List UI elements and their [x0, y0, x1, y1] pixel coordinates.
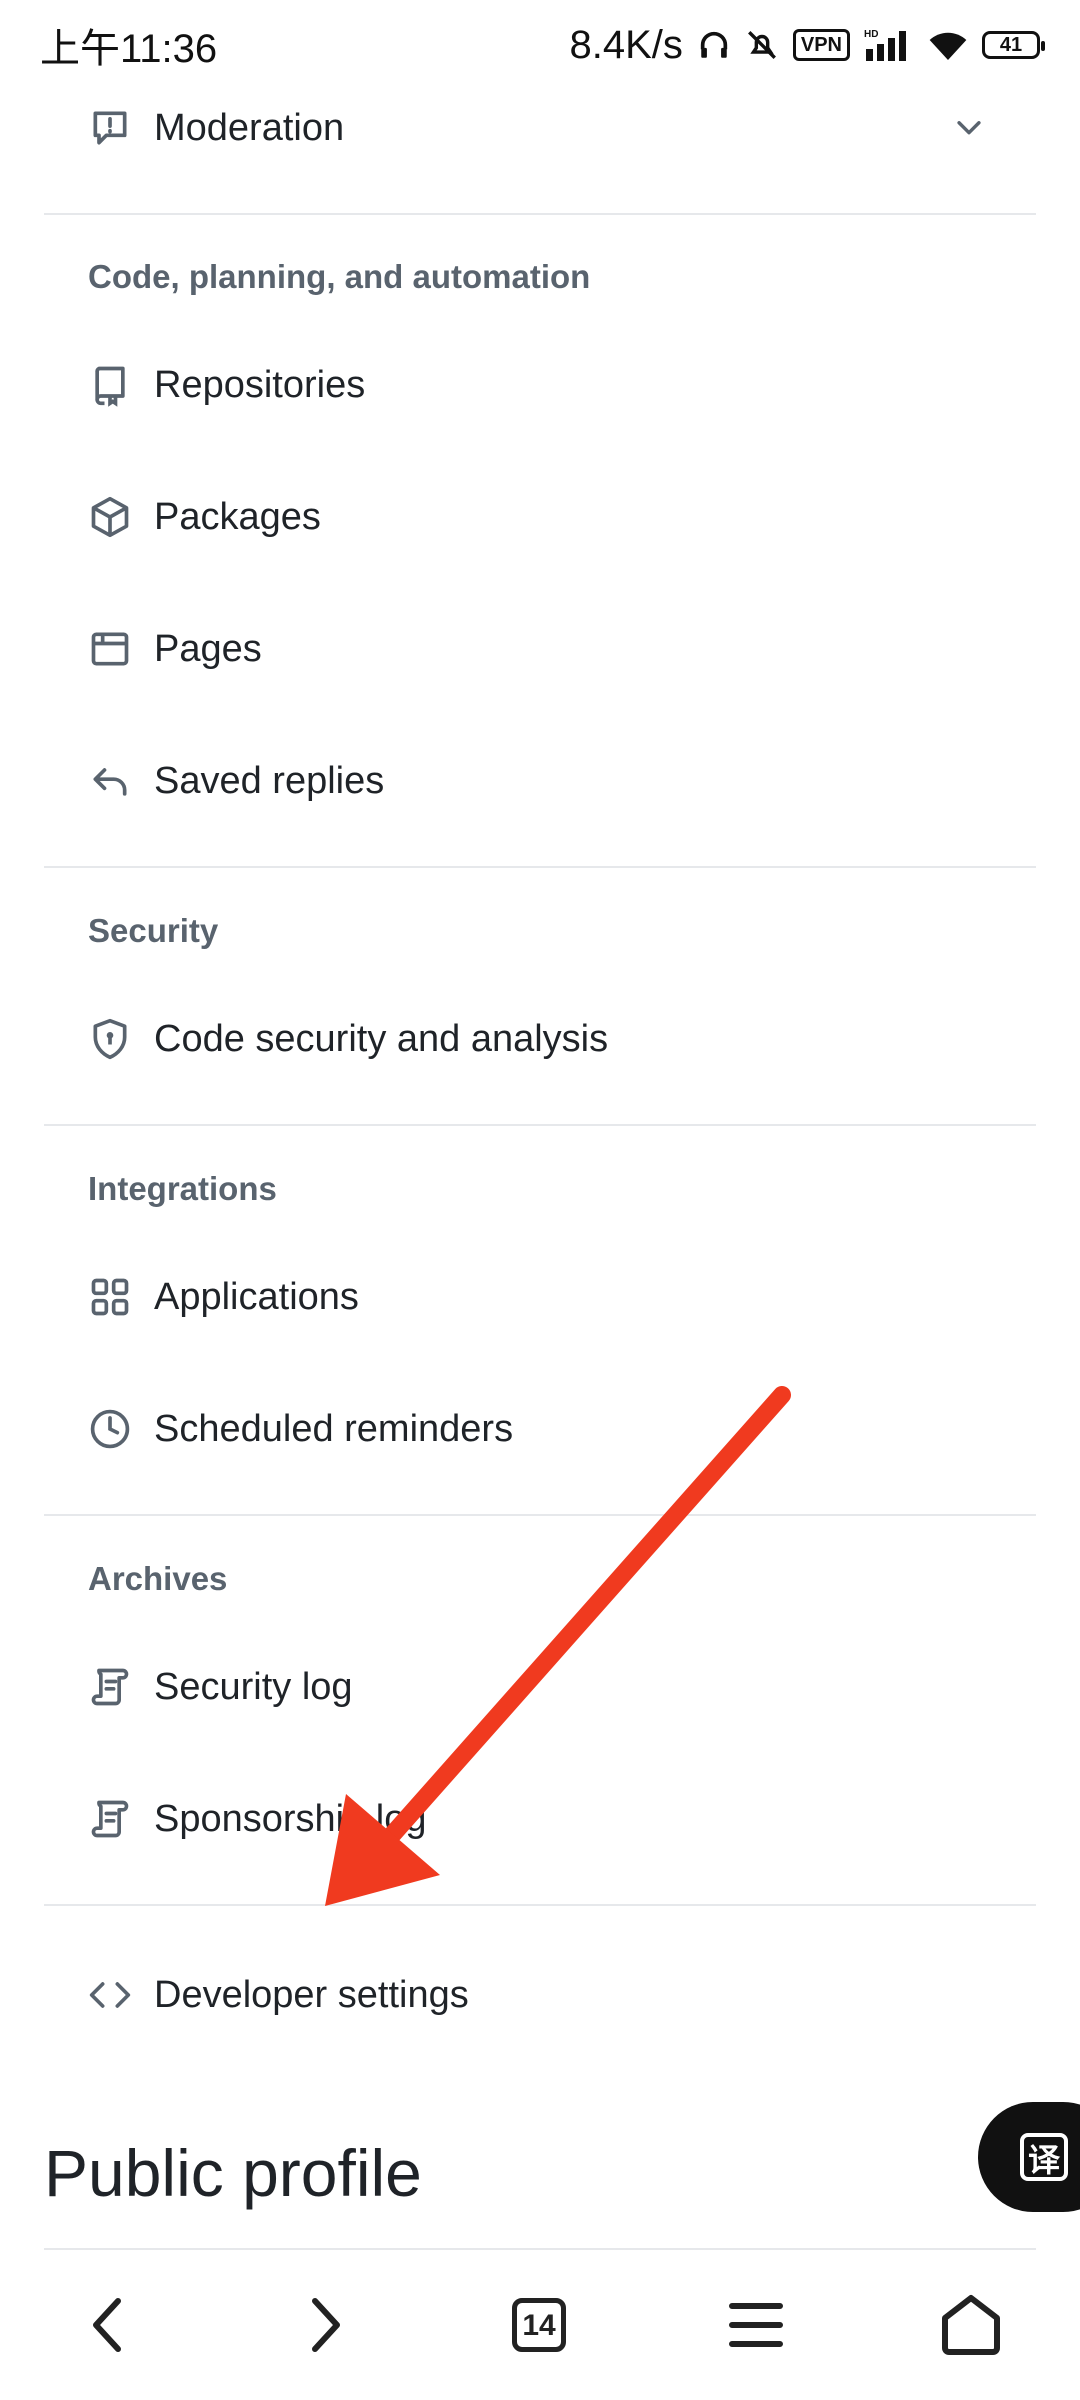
sidebar-item-label: Sponsorship log: [154, 1797, 427, 1840]
chevron-down-icon[interactable]: [952, 110, 986, 144]
reply-icon: [93, 768, 127, 796]
vpn-badge: VPN: [792, 29, 850, 61]
status-icons: 8.4K/s VPN HD 41: [569, 22, 1045, 68]
browser-icon: [91, 632, 129, 666]
sidebar-item-label: Moderation: [154, 106, 345, 149]
chevron-right-icon: [312, 2298, 340, 2352]
repo-icon: [95, 366, 125, 407]
net-speed: 8.4K/s: [569, 22, 683, 67]
apps-icon: [91, 1278, 129, 1316]
sidebar-item-label: Pages: [154, 627, 262, 670]
home-icon: [942, 2295, 1000, 2355]
section-heading-security: Security: [88, 912, 219, 949]
translate-button[interactable]: 译: [978, 2102, 1080, 2212]
log-icon: [91, 1800, 129, 1838]
package-icon: [91, 496, 129, 538]
section-heading-integrations: Integrations: [88, 1170, 277, 1207]
sidebar-item-label: Applications: [154, 1275, 359, 1318]
battery-level: 41: [999, 34, 1023, 56]
divider: [44, 866, 1036, 868]
divider: [44, 1514, 1036, 1516]
log-icon: [91, 1668, 129, 1706]
section-heading-archives: Archives: [88, 1560, 228, 1597]
sidebar-item-label: Packages: [154, 495, 321, 538]
shield-icon: [93, 1018, 127, 1060]
headphones-icon: [700, 31, 728, 58]
sidebar-item-label: Code security and analysis: [154, 1017, 609, 1060]
tabs-button[interactable]: 14: [494, 2280, 584, 2370]
sidebar-item-label: Repositories: [154, 363, 366, 406]
sidebar-item-packages[interactable]: Packages: [88, 477, 1040, 557]
back-button[interactable]: [63, 2280, 153, 2370]
divider: [44, 1904, 1036, 1906]
wifi-icon: [929, 32, 967, 60]
sidebar-item-label: Scheduled reminders: [154, 1407, 514, 1450]
tab-count: 14: [512, 2298, 566, 2352]
sidebar-item-code-security[interactable]: Code security and analysis: [88, 999, 1040, 1079]
section-heading-code: Code, planning, and automation: [88, 258, 591, 295]
sidebar-item-developer-settings[interactable]: Developer settings: [88, 1955, 1040, 2035]
sidebar-item-scheduled-reminders[interactable]: Scheduled reminders: [88, 1389, 1040, 1469]
divider: [44, 213, 1036, 215]
forward-button[interactable]: [280, 2280, 370, 2370]
sidebar-item-applications[interactable]: Applications: [88, 1257, 1040, 1337]
sidebar-item-saved-replies[interactable]: Saved replies: [88, 741, 1040, 821]
sidebar-item-sponsorship-log[interactable]: Sponsorship log: [88, 1779, 1040, 1859]
chevron-left-icon: [93, 2298, 121, 2352]
divider: [44, 1124, 1036, 1126]
sidebar-item-security-log[interactable]: Security log: [88, 1647, 1040, 1727]
report-icon: [93, 111, 127, 145]
sidebar-item-label: Saved replies: [154, 759, 385, 802]
bottom-nav: 14: [0, 2250, 1080, 2400]
status-time: 上午11:36: [40, 27, 218, 71]
hamburger-icon: [729, 2303, 783, 2347]
sidebar-item-moderation[interactable]: Moderation: [88, 88, 1040, 168]
home-button[interactable]: [926, 2280, 1016, 2370]
sidebar-item-repositories[interactable]: Repositories: [88, 345, 1040, 425]
sidebar-item-label: Security log: [154, 1665, 353, 1708]
hd-label: HD: [864, 29, 878, 40]
translate-icon: 译: [1020, 2133, 1068, 2181]
battery-icon: 41: [982, 31, 1045, 59]
page-title: Public profile: [44, 2136, 422, 2210]
sidebar-item-pages[interactable]: Pages: [88, 609, 1040, 689]
status-bar: 上午11:36 8.4K/s VPN HD 41: [0, 0, 1080, 90]
sidebar-item-label: Developer settings: [154, 1973, 469, 2016]
signal-icon: HD: [864, 29, 906, 61]
clock-icon: [90, 1409, 130, 1449]
menu-button[interactable]: [711, 2280, 801, 2370]
code-icon: [89, 1982, 131, 2008]
bell-muted-icon: [747, 31, 776, 59]
